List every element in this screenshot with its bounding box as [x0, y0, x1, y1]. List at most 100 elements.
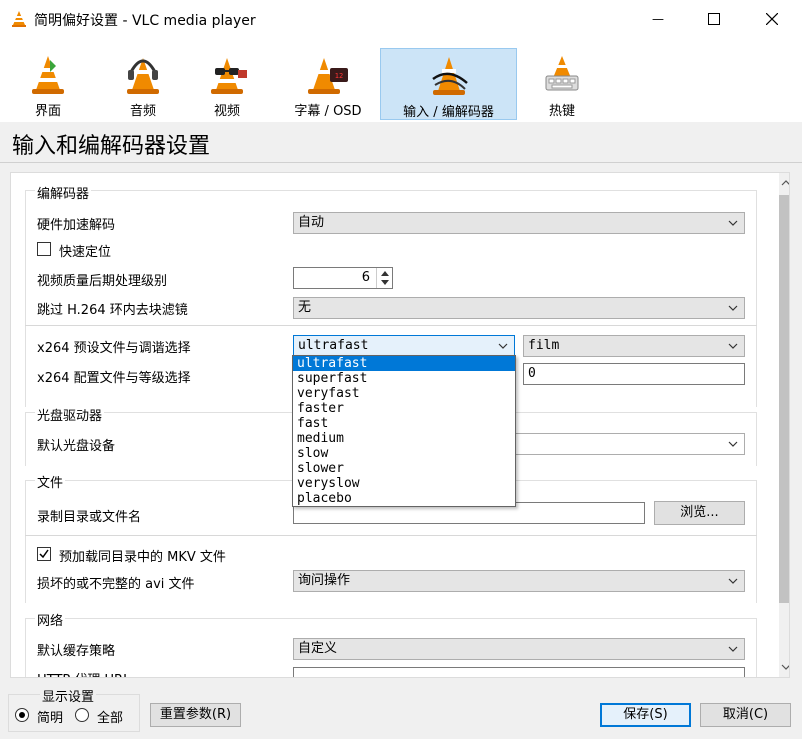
broken-avi-select[interactable]: 询问操作 [293, 570, 745, 592]
all-radio[interactable] [75, 708, 89, 722]
simple-radio[interactable] [15, 708, 29, 722]
tab-video[interactable]: 视频 [184, 48, 270, 120]
tab-video-label: 视频 [213, 104, 240, 119]
title-bar: 简明偏好设置 - VLC media player — [0, 0, 802, 38]
postproc-label: 视频质量后期处理级别 [37, 274, 168, 289]
divider [25, 535, 757, 536]
chevron-down-icon [728, 305, 738, 311]
close-icon [766, 13, 778, 25]
fast-seek-checkbox[interactable] [37, 242, 51, 256]
spin-down-button[interactable] [376, 278, 392, 288]
keyboard-cone-icon [545, 56, 579, 91]
caching-label: 默认缓存策略 [37, 644, 116, 659]
fast-seek-label: 快速定位 [59, 245, 112, 260]
triangle-up-icon [381, 271, 389, 276]
files-group-title: 文件 [35, 472, 66, 491]
scroll-down-icon[interactable] [781, 663, 790, 671]
chevron-down-icon [728, 646, 738, 652]
spin-up-button[interactable] [376, 268, 392, 278]
x264-level-field[interactable]: 0 [523, 363, 745, 385]
x264-preset-select[interactable]: ultrafast [293, 335, 515, 357]
list-item[interactable]: veryfast [293, 386, 515, 401]
close-window-button[interactable] [744, 0, 800, 38]
default-disc-label: 默认光盘设备 [37, 439, 116, 454]
maximize-button[interactable] [686, 0, 742, 38]
preset-dropdown-list[interactable]: ultrafast superfast veryfast faster fast… [292, 355, 516, 507]
chevron-down-icon [728, 441, 738, 447]
broken-avi-label: 损坏的或不完整的 avi 文件 [37, 577, 195, 592]
divider [0, 162, 802, 163]
scroll-up-icon[interactable] [781, 179, 790, 187]
skip-h264-select[interactable]: 无 [293, 297, 745, 319]
codecs-group-title: 编解码器 [35, 183, 92, 202]
chevron-down-icon [728, 343, 738, 349]
disc-group-title: 光盘驱动器 [35, 405, 105, 424]
network-group-title: 网络 [35, 610, 66, 629]
minimize-button[interactable]: — [630, 0, 686, 38]
list-item[interactable]: ultrafast [293, 356, 515, 371]
browse-button[interactable]: 浏览... [654, 501, 745, 525]
chevron-down-icon [728, 578, 738, 584]
list-item[interactable]: veryslow [293, 476, 515, 491]
checkmark-icon [39, 549, 49, 559]
chevron-down-icon [728, 220, 738, 226]
tab-subtitles-osd[interactable]: 12 字幕 / OSD [280, 48, 376, 120]
broken-avi-value: 询问操作 [298, 573, 351, 588]
x264-tune-value: film [528, 338, 560, 353]
category-toolbar: 界面 音频 视频 12 字幕 / OSD 输入 / 编解码器 热键 [0, 38, 802, 122]
chevron-down-icon [498, 343, 508, 349]
all-radio-label: 全部 [97, 711, 124, 726]
list-item[interactable]: placebo [293, 491, 515, 506]
x264-profile-label: x264 配置文件与等级选择 [37, 371, 191, 386]
hw-decoding-label: 硬件加速解码 [37, 218, 116, 233]
triangle-down-icon [381, 280, 389, 285]
save-button[interactable]: 保存(S) [600, 703, 691, 727]
headphones-cone-icon [127, 58, 159, 94]
list-item[interactable]: medium [293, 431, 515, 446]
list-item[interactable]: slow [293, 446, 515, 461]
maximize-icon [708, 13, 720, 25]
caching-value: 自定义 [298, 641, 338, 656]
vlc-cone-icon [32, 56, 64, 94]
page-title: 输入和编解码器设置 [12, 134, 211, 159]
svg-text:12: 12 [335, 72, 343, 80]
list-item[interactable]: superfast [293, 371, 515, 386]
http-proxy-input[interactable] [293, 667, 745, 677]
cancel-button[interactable]: 取消(C) [700, 703, 791, 727]
vertical-scrollbar[interactable] [779, 173, 790, 677]
display-settings-title: 显示设置 [40, 686, 97, 705]
x264-preset-value: ultrafast [298, 338, 369, 353]
caching-select[interactable]: 自定义 [293, 638, 745, 660]
list-item[interactable]: slower [293, 461, 515, 476]
skip-h264-value: 无 [298, 300, 312, 315]
clock-cone-icon: 12 [308, 58, 348, 94]
postproc-value: 6 [361, 270, 370, 285]
glasses-cone-icon [211, 58, 247, 94]
x264-preset-label: x264 预设文件与调谐选择 [37, 341, 191, 356]
preload-mkv-checkbox[interactable] [37, 547, 51, 561]
minimize-icon: — [652, 12, 664, 26]
cables-cone-icon [431, 57, 468, 95]
postproc-spinbox[interactable]: 6 [293, 267, 393, 289]
skip-h264-label: 跳过 H.264 环内去块滤镜 [37, 303, 188, 318]
list-item[interactable]: fast [293, 416, 515, 431]
tab-hotkeys[interactable]: 热键 [524, 48, 600, 120]
hw-decoding-select[interactable]: 自动 [293, 212, 745, 234]
tab-input-codecs-label: 输入 / 编解码器 [403, 105, 494, 120]
tab-input-codecs[interactable]: 输入 / 编解码器 [380, 48, 517, 120]
divider [25, 325, 757, 326]
tab-subtitles-osd-label: 字幕 / OSD [294, 104, 362, 119]
scroll-thumb[interactable] [779, 195, 789, 603]
http-proxy-label: HTTP 代理 URL [37, 669, 130, 677]
tab-hotkeys-label: 热键 [548, 104, 575, 119]
tab-interface[interactable]: 界面 [10, 48, 86, 120]
tab-audio-label: 音频 [129, 104, 156, 119]
hw-decoding-value: 自动 [298, 215, 325, 230]
tab-audio[interactable]: 音频 [96, 48, 190, 120]
record-path-label: 录制目录或文件名 [37, 510, 142, 525]
vlc-logo-icon [12, 11, 26, 27]
x264-tune-select[interactable]: film [523, 335, 745, 357]
tab-interface-label: 界面 [34, 104, 61, 119]
list-item[interactable]: faster [293, 401, 515, 416]
reset-preferences-button[interactable]: 重置参数(R) [150, 703, 241, 727]
